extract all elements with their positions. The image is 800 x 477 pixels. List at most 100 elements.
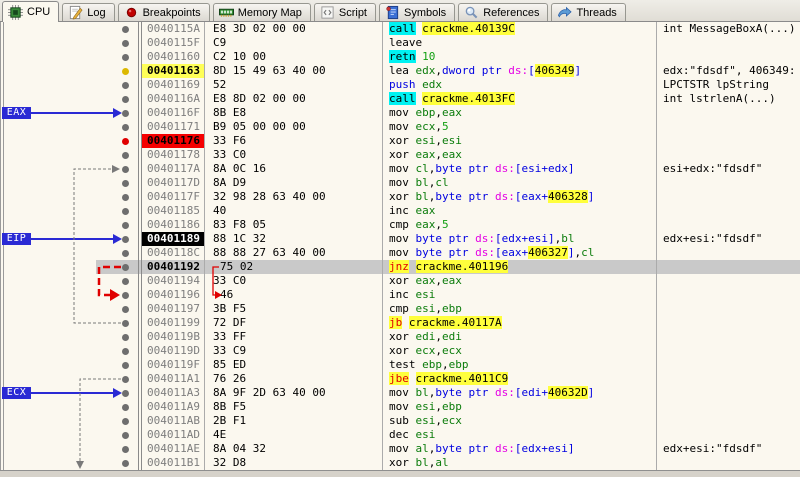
disasm-row[interactable]: 004011AE8A 04 32mov al,byte ptr ds:[edx+… [0, 442, 800, 456]
breakpoint-gutter[interactable] [0, 246, 139, 260]
breakpoint-dot[interactable] [122, 460, 129, 467]
breakpoint-gutter[interactable] [0, 372, 139, 386]
breakpoint-gutter[interactable] [0, 442, 139, 456]
breakpoint-gutter[interactable] [0, 428, 139, 442]
disasm-row[interactable]: 004011973B F5cmp esi,ebp [0, 302, 800, 316]
breakpoint-dot[interactable] [122, 362, 129, 369]
breakpoint-dot[interactable] [122, 54, 129, 61]
breakpoint-gutter[interactable] [0, 344, 139, 358]
breakpoint-dot[interactable] [122, 208, 129, 215]
breakpoint-gutter[interactable] [0, 358, 139, 372]
disasm-row[interactable]: 0040118988 1C 32mov byte ptr ds:[edx+esi… [0, 232, 800, 246]
tab-symbols[interactable]: Symbols [379, 3, 455, 21]
disasm-row[interactable]: 0040118C88 88 27 63 40 00mov byte ptr ds… [0, 246, 800, 260]
disasm-row[interactable]: 0040119D33 C9xor ecx,ecx [0, 344, 800, 358]
breakpoint-dot[interactable] [122, 26, 129, 33]
disasm-row[interactable]: 0040116952push edxLPCTSTR lpString [0, 78, 800, 92]
breakpoint-dot[interactable] [122, 40, 129, 47]
breakpoint-dot[interactable] [122, 446, 129, 453]
breakpoint-dot[interactable] [122, 222, 129, 229]
breakpoint-gutter[interactable] [0, 260, 139, 274]
breakpoint-dot[interactable] [122, 432, 129, 439]
breakpoint-gutter[interactable] [0, 134, 139, 148]
breakpoint-dot[interactable] [122, 348, 129, 355]
breakpoint-dot[interactable] [122, 334, 129, 341]
breakpoint-dot[interactable] [122, 320, 129, 327]
breakpoint-dot[interactable] [122, 236, 129, 243]
tab-script[interactable]: Script [314, 3, 376, 21]
breakpoint-gutter[interactable] [0, 50, 139, 64]
breakpoint-gutter[interactable] [0, 274, 139, 288]
disasm-row[interactable]: 0040117833 C0xor eax,eax [0, 148, 800, 162]
breakpoint-dot[interactable] [122, 138, 129, 145]
breakpoint-dot[interactable] [122, 194, 129, 201]
disasm-row[interactable]: 0040117D8A D9mov bl,cl [0, 176, 800, 190]
breakpoint-gutter[interactable] [0, 92, 139, 106]
breakpoint-dot[interactable] [122, 166, 129, 173]
breakpoint-dot[interactable] [122, 110, 129, 117]
breakpoint-dot[interactable] [122, 404, 129, 411]
disasm-row[interactable]: 0040119433 C0xor eax,eax [0, 274, 800, 288]
breakpoint-gutter[interactable] [0, 204, 139, 218]
tab-log[interactable]: Log [62, 3, 114, 21]
tab-cpu[interactable]: CPU [2, 1, 59, 22]
disasm-row[interactable]: 0040117A8A 0C 16mov cl,byte ptr ds:[esi+… [0, 162, 800, 176]
disasm-row[interactable]: 0040116F8B E8mov ebp,eax [0, 106, 800, 120]
disasm-row[interactable]: 00401160C2 10 00retn 10 [0, 50, 800, 64]
tab-breakpoints[interactable]: Breakpoints [118, 3, 210, 21]
breakpoint-gutter[interactable] [0, 400, 139, 414]
breakpoint-dot[interactable] [122, 124, 129, 131]
breakpoint-gutter[interactable] [0, 218, 139, 232]
breakpoint-gutter[interactable] [0, 36, 139, 50]
breakpoint-gutter[interactable] [0, 64, 139, 78]
disasm-row[interactable]: 004011A98B F5mov esi,ebp [0, 400, 800, 414]
disasm-row[interactable]: 004011AB2B F1sub esi,ecx [0, 414, 800, 428]
disasm-row[interactable]: 004011AD4Edec esi [0, 428, 800, 442]
disasm-row[interactable]: 0040119646inc esi [0, 288, 800, 302]
breakpoint-dot[interactable] [122, 82, 129, 89]
breakpoint-gutter[interactable] [0, 176, 139, 190]
breakpoint-dot[interactable] [122, 278, 129, 285]
breakpoint-dot[interactable] [122, 68, 129, 75]
disasm-row[interactable]: 0040117633 F6xor esi,esi [0, 134, 800, 148]
breakpoint-gutter[interactable] [0, 288, 139, 302]
disasm-row[interactable]: 0040116AE8 8D 02 00 00call crackme.4013F… [0, 92, 800, 106]
breakpoint-dot[interactable] [122, 264, 129, 271]
breakpoint-dot[interactable] [122, 376, 129, 383]
tab-threads[interactable]: Threads [551, 3, 625, 21]
breakpoint-gutter[interactable] [0, 190, 139, 204]
breakpoint-gutter[interactable] [0, 22, 139, 36]
breakpoint-dot[interactable] [122, 390, 129, 397]
disasm-row[interactable]: 0040119B33 FFxor edi,edi [0, 330, 800, 344]
disasm-row[interactable]: 004011B132 D8xor bl,al [0, 456, 800, 470]
disasm-row[interactable]: 0040119F85 EDtest ebp,ebp [0, 358, 800, 372]
breakpoint-dot[interactable] [122, 250, 129, 257]
breakpoint-dot[interactable] [122, 96, 129, 103]
disasm-row[interactable]: 004011A176 26jbe crackme.4011C9 [0, 372, 800, 386]
breakpoint-dot[interactable] [122, 152, 129, 159]
breakpoint-gutter[interactable] [0, 302, 139, 316]
breakpoint-dot[interactable] [122, 306, 129, 313]
disasm-row[interactable]: 004011A38A 9F 2D 63 40 00mov bl,byte ptr… [0, 386, 800, 400]
disasm-row[interactable]: 0040118683 F8 05cmp eax,5 [0, 218, 800, 232]
breakpoint-gutter[interactable] [0, 456, 139, 470]
breakpoint-gutter[interactable] [0, 414, 139, 428]
disasm-row[interactable]: 00401171B9 05 00 00 00mov ecx,5 [0, 120, 800, 134]
breakpoint-gutter[interactable] [0, 162, 139, 176]
disasm-row[interactable]: 0040117F32 98 28 63 40 00xor bl,byte ptr… [0, 190, 800, 204]
tab-memory-map[interactable]: Memory Map [213, 3, 311, 21]
breakpoint-gutter[interactable] [0, 78, 139, 92]
breakpoint-dot[interactable] [122, 180, 129, 187]
breakpoint-gutter[interactable] [0, 316, 139, 330]
disasm-row[interactable]: 0040119972 DFjb crackme.40117A [0, 316, 800, 330]
disasm-row[interactable]: 0040119275 02jnz crackme.401196 [0, 260, 800, 274]
disasm-row[interactable]: 0040115AE8 3D 02 00 00call crackme.40139… [0, 22, 800, 36]
breakpoint-dot[interactable] [122, 292, 129, 299]
breakpoint-gutter[interactable] [0, 120, 139, 134]
disasm-row[interactable]: 004011638D 15 49 63 40 00lea edx,dword p… [0, 64, 800, 78]
disasm-row[interactable]: 0040118540inc eax [0, 204, 800, 218]
breakpoint-dot[interactable] [122, 418, 129, 425]
disasm-row[interactable]: 0040115FC9leave [0, 36, 800, 50]
breakpoint-gutter[interactable] [0, 148, 139, 162]
tab-references[interactable]: References [458, 3, 548, 21]
